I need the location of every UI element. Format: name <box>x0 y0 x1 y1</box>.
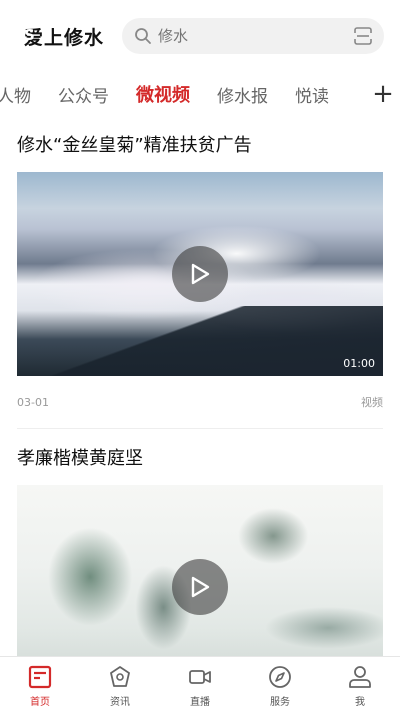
thumbnail-scenery <box>17 306 383 376</box>
app-title: 爱上修水 <box>24 26 105 49</box>
video-card[interactable]: 修水“金丝皇菊”精准扶贫广告 01:00 03-01 视频 <box>0 116 400 428</box>
live-icon <box>189 670 211 684</box>
search-icon <box>135 28 151 44</box>
tab-newspaper[interactable]: 修水报 <box>217 82 268 107</box>
nav-home[interactable]: 首页 <box>0 657 80 711</box>
scan-icon[interactable] <box>352 25 374 47</box>
bottom-nav: 首页 资讯 直播 服务 我 <box>0 656 400 711</box>
nav-label: 我 <box>355 697 365 708</box>
nav-me[interactable]: 我 <box>320 657 400 711</box>
video-card[interactable]: 孝廉楷模黄庭坚 <box>0 429 400 656</box>
channel-tabs: 人物 公众号 微视频 修水报 悦读 + <box>0 72 400 116</box>
video-thumbnail[interactable] <box>17 485 383 656</box>
video-date: 03-01 <box>17 395 49 409</box>
nav-news[interactable]: 资讯 <box>80 657 160 711</box>
compass-icon <box>269 666 291 688</box>
play-button[interactable] <box>172 246 228 302</box>
video-type: 视频 <box>361 396 383 409</box>
play-button[interactable] <box>172 559 228 615</box>
nav-label: 直播 <box>190 697 210 708</box>
nav-label: 首页 <box>30 697 50 708</box>
search-input[interactable] <box>158 27 353 45</box>
home-icon <box>28 665 52 689</box>
play-icon <box>191 263 210 285</box>
video-duration: 01:00 <box>343 357 375 370</box>
tab-official-accounts[interactable]: 公众号 <box>58 82 109 107</box>
video-feed: 修水“金丝皇菊”精准扶贫广告 01:00 03-01 视频 孝廉楷模黄庭坚 <box>0 116 400 656</box>
user-icon <box>349 666 371 688</box>
play-icon <box>191 576 210 598</box>
tab-strip: 人物 公众号 微视频 修水报 悦读 <box>0 81 356 107</box>
nav-services[interactable]: 服务 <box>240 657 320 711</box>
nav-live[interactable]: 直播 <box>160 657 240 711</box>
video-title[interactable]: 修水“金丝皇菊”精准扶贫广告 <box>17 116 383 172</box>
search-bar[interactable] <box>122 18 385 54</box>
nav-label: 资讯 <box>110 697 130 708</box>
video-thumbnail[interactable]: 01:00 <box>17 172 383 376</box>
app-header: 爱上修水 <box>0 0 400 72</box>
nav-label: 服务 <box>270 697 290 708</box>
tab-people[interactable]: 人物 <box>0 82 31 107</box>
news-icon <box>110 666 130 687</box>
tab-micro-video[interactable]: 微视频 <box>136 81 190 107</box>
add-channel-button[interactable]: + <box>366 72 400 116</box>
video-meta: 03-01 视频 <box>17 376 383 428</box>
tab-reading[interactable]: 悦读 <box>295 82 329 107</box>
video-title[interactable]: 孝廉楷模黄庭坚 <box>17 429 383 485</box>
